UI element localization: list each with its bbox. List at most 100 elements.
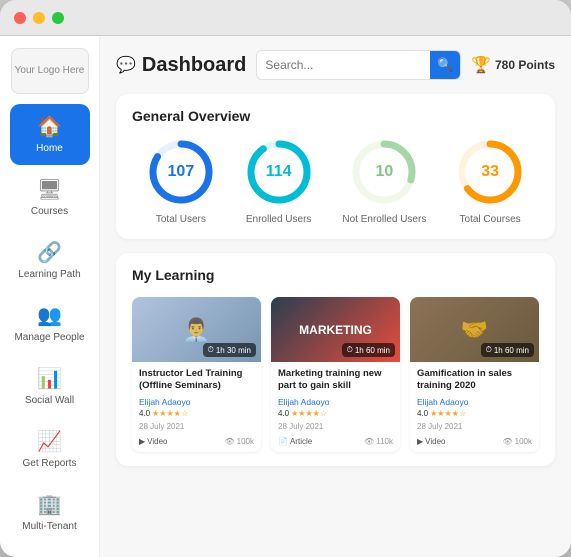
search-button[interactable]: 🔍 — [430, 50, 460, 80]
stat-value-courses: 33 — [481, 163, 499, 181]
stat-label-not-enrolled: Not Enrolled Users — [342, 214, 426, 225]
course-author-2: Elijah Adaoyo — [417, 397, 532, 407]
course-meta-0: 4.0 ★★★★☆ — [139, 409, 254, 418]
page-title: Dashboard — [142, 54, 246, 77]
main-content: 💬 Dashboard 🔍 🏆 780 Points General Overv… — [100, 36, 571, 557]
course-info-0: Instructor Led Training (Offline Seminar… — [132, 362, 261, 437]
sidebar-label-learning-path: Learning Path — [18, 269, 80, 280]
course-footer-1: 📄 Article 👁 110k — [271, 437, 400, 452]
course-author-1: Elijah Adaoyo — [278, 397, 393, 407]
my-learning-card: My Learning 👨‍💼 ⏱ 1h 30 min Instructo — [116, 253, 555, 466]
sidebar: Your Logo Here 🏠 Home 🖥 Courses 🔗 Learni… — [0, 36, 100, 557]
app-window: Your Logo Here 🏠 Home 🖥 Courses 🔗 Learni… — [0, 0, 571, 557]
search-input[interactable] — [257, 58, 430, 72]
course-thumb-0: 👨‍💼 ⏱ 1h 30 min — [132, 297, 261, 362]
circle-total-courses: 33 — [456, 138, 524, 206]
sidebar-item-courses[interactable]: 🖥 Courses — [10, 167, 90, 228]
search-bar[interactable]: 🔍 — [256, 50, 461, 80]
clock-icon-1: ⏱ — [347, 345, 353, 355]
home-icon: 🏠 — [37, 114, 62, 139]
get-reports-icon: 📈 — [37, 429, 62, 454]
learning-path-icon: 🔗 — [37, 240, 62, 265]
sidebar-item-manage-people[interactable]: 👥 Manage People — [10, 293, 90, 354]
course-rating-2: 4.0 ★★★★☆ — [417, 409, 466, 418]
course-card-0[interactable]: 👨‍💼 ⏱ 1h 30 min Instructor Led Training … — [132, 297, 261, 452]
stat-not-enrolled: 10 Not Enrolled Users — [342, 138, 426, 225]
sidebar-label-social-wall: Social Wall — [25, 395, 74, 406]
trophy-icon: 🏆 — [471, 55, 491, 75]
header: 💬 Dashboard 🔍 🏆 780 Points — [116, 50, 555, 80]
course-rating-0: 4.0 ★★★★☆ — [139, 409, 188, 418]
stat-enrolled-users: 114 Enrolled Users — [245, 138, 313, 225]
duration-badge-2: ⏱ 1h 60 min — [481, 343, 534, 357]
sidebar-label-manage-people: Manage People — [14, 332, 84, 343]
course-title-1: Marketing training new part to gain skil… — [278, 368, 393, 393]
duration-badge-0: ⏱ 1h 30 min — [203, 343, 256, 357]
course-title-2: Gamification in sales training 2020 — [417, 368, 532, 393]
circle-not-enrolled: 10 — [350, 138, 418, 206]
course-author-0: Elijah Adaoyo — [139, 397, 254, 407]
course-meta-1: 4.0 ★★★★☆ — [278, 409, 393, 418]
course-thumb-1: MARKETING ⏱ 1h 60 min — [271, 297, 400, 362]
course-card-1[interactable]: MARKETING ⏱ 1h 60 min Marketing training… — [271, 297, 400, 452]
course-meta-2: 4.0 ★★★★☆ — [417, 409, 532, 418]
eye-icon-2: 👁 — [502, 437, 512, 446]
sidebar-item-learning-path[interactable]: 🔗 Learning Path — [10, 230, 90, 291]
minimize-dot[interactable] — [33, 12, 45, 24]
eye-icon-0: 👁 — [224, 437, 234, 446]
sidebar-item-home[interactable]: 🏠 Home — [10, 104, 90, 165]
course-footer-0: ▶ Video 👁 100k — [132, 437, 261, 452]
article-icon-1: 📄 — [278, 437, 288, 446]
search-icon: 🔍 — [437, 57, 453, 73]
stars-1: ★★★★☆ — [291, 409, 327, 418]
course-type-1: 📄 Article — [278, 437, 312, 446]
dashboard-icon: 💬 — [116, 55, 136, 75]
duration-badge-1: ⏱ 1h 60 min — [342, 343, 395, 357]
course-card-2[interactable]: 🤝 ⏱ 1h 60 min Gamification in sales trai… — [410, 297, 539, 452]
maximize-dot[interactable] — [52, 12, 64, 24]
course-views-2: 👁 100k — [502, 437, 532, 446]
titlebar — [0, 0, 571, 36]
duration-value-2: 1h 60 min — [494, 346, 529, 355]
sidebar-label-get-reports: Get Reports — [23, 458, 77, 469]
course-footer-2: ▶ Video 👁 100k — [410, 437, 539, 452]
course-date-2: 28 July 2021 — [417, 422, 532, 431]
my-learning-title: My Learning — [132, 267, 539, 283]
circle-total-users: 107 — [147, 138, 215, 206]
learning-grid: 👨‍💼 ⏱ 1h 30 min Instructor Led Training … — [132, 297, 539, 452]
social-wall-icon: 📊 — [37, 366, 62, 391]
app-body: Your Logo Here 🏠 Home 🖥 Courses 🔗 Learni… — [0, 36, 571, 557]
stat-total-users: 107 Total Users — [147, 138, 215, 225]
logo-text: Your Logo Here — [15, 64, 85, 77]
eye-icon-1: 👁 — [364, 437, 374, 446]
clock-icon-2: ⏱ — [486, 345, 492, 355]
course-info-2: Gamification in sales training 2020 Elij… — [410, 362, 539, 437]
course-views-0: 👁 100k — [224, 437, 254, 446]
play-icon-0: ▶ — [139, 437, 145, 446]
sidebar-label-courses: Courses — [31, 206, 68, 217]
manage-people-icon: 👥 — [37, 303, 62, 328]
duration-value-0: 1h 30 min — [216, 346, 251, 355]
multi-tenant-icon: 🏢 — [37, 492, 62, 517]
course-views-1: 👁 110k — [364, 437, 393, 446]
clock-icon-0: ⏱ — [208, 345, 214, 355]
courses-icon: 🖥 — [37, 177, 62, 202]
course-thumb-2: 🤝 ⏱ 1h 60 min — [410, 297, 539, 362]
stat-label-courses: Total Courses — [460, 214, 521, 225]
circle-enrolled-users: 114 — [245, 138, 313, 206]
close-dot[interactable] — [14, 12, 26, 24]
header-title-group: 💬 Dashboard — [116, 54, 246, 77]
course-info-1: Marketing training new part to gain skil… — [271, 362, 400, 437]
sidebar-item-get-reports[interactable]: 📈 Get Reports — [10, 419, 90, 480]
sidebar-item-multi-tenant[interactable]: 🏢 Multi-Tenant — [10, 482, 90, 543]
points-value: 780 Points — [495, 58, 555, 72]
course-rating-1: 4.0 ★★★★☆ — [278, 409, 327, 418]
overview-title: General Overview — [132, 108, 539, 124]
stat-value-not-enrolled: 10 — [375, 163, 393, 181]
course-date-0: 28 July 2021 — [139, 422, 254, 431]
overview-grid: 107 Total Users 114 Enrol — [132, 138, 539, 225]
sidebar-item-social-wall[interactable]: 📊 Social Wall — [10, 356, 90, 417]
stat-label-enrolled: Enrolled Users — [246, 214, 312, 225]
stat-value-enrolled: 114 — [266, 163, 292, 181]
overview-card: General Overview 107 Total Users — [116, 94, 555, 239]
